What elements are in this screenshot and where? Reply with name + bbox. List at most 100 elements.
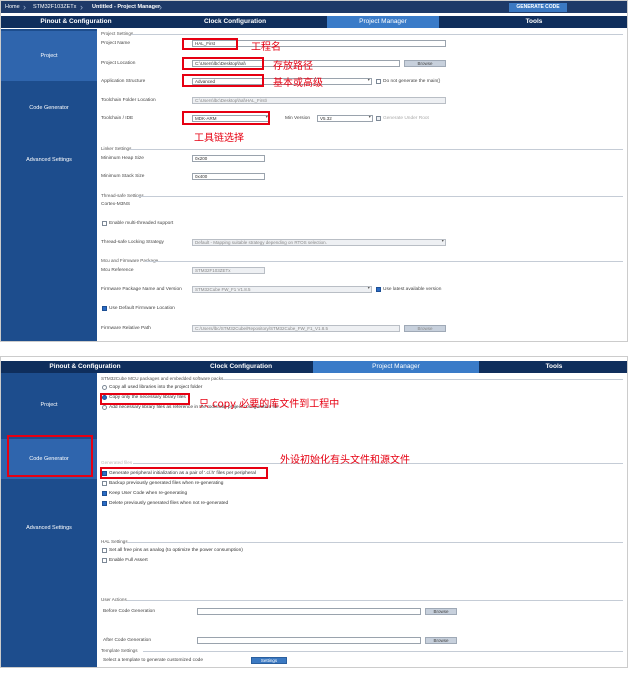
divider: [127, 600, 623, 601]
default-location-checkbox[interactable]: [102, 306, 107, 311]
section-title: Project Settings: [101, 31, 134, 36]
field-label: Firmware Package Name and Version: [101, 287, 182, 292]
sidebar-item-project[interactable]: Project: [1, 375, 97, 435]
browse-button[interactable]: Browse: [425, 637, 457, 644]
option-label: Delete previously generated files when n…: [109, 501, 229, 506]
field-label: Application Structure: [101, 79, 146, 84]
annotation-text: 外设初始化有头文件和源文件: [280, 455, 410, 466]
radio-copy-all[interactable]: [102, 385, 107, 390]
browse-button: Browse: [404, 325, 446, 332]
field-label: Minimum Stack Size: [101, 174, 145, 179]
checkbox-label: Enable multi-threaded support: [109, 221, 174, 226]
field-label: Toolchain Folder Location: [101, 98, 156, 103]
field-label: Toolchain / IDE: [101, 116, 134, 121]
breadcrumb-home[interactable]: Home: [5, 1, 20, 13]
project-settings-panel: Project Settings Project Name HAL_First …: [97, 29, 627, 341]
core-label: Cortex-M3NS: [101, 202, 131, 207]
backup-checkbox[interactable]: [102, 481, 107, 486]
main-tabs: Pinout & Configuration Clock Configurati…: [1, 361, 627, 373]
tab-clock[interactable]: Clock Configuration: [151, 16, 319, 28]
sidebar-item-code-generator[interactable]: Code Generator: [1, 83, 97, 133]
chevron-right-icon: ›: [23, 2, 26, 12]
annotation-text: 工具链选择: [194, 133, 244, 144]
divider: [223, 379, 623, 380]
tab-clock[interactable]: Clock Configuration: [169, 361, 313, 373]
annotation-text: 存放路径: [273, 61, 313, 72]
annotation-text: 基本或高级: [273, 78, 323, 89]
latest-version-checkbox[interactable]: [376, 287, 381, 292]
tab-pinout[interactable]: Pinout & Configuration: [1, 361, 169, 373]
radio-add-reference[interactable]: [102, 405, 107, 410]
stack-size-input[interactable]: 0x400: [192, 173, 265, 180]
keep-user-code-checkbox[interactable]: [102, 491, 107, 496]
section-title: User Actions: [101, 597, 127, 602]
tab-project-manager[interactable]: Project Manager: [327, 16, 439, 28]
breadcrumb-bar: Home › STM32F103ZETx › Untitled - Projec…: [1, 1, 627, 13]
field-label: Before Code Generation: [103, 609, 155, 614]
checkbox-label: Use Default Firmware Location: [109, 306, 175, 311]
divider: [131, 34, 623, 35]
chevron-right-icon: ›: [80, 2, 83, 12]
breadcrumb-project[interactable]: Untitled - Project Manager: [92, 1, 160, 13]
option-label: Copy all used libraries into the project…: [109, 385, 203, 390]
before-generation-input[interactable]: [197, 608, 421, 615]
firmware-package-select: STM32Cube FW_F1 V1.8.5: [192, 286, 372, 293]
browse-button[interactable]: Browse: [425, 608, 457, 615]
locking-strategy-select: Default - Mapping suitable strategy depe…: [192, 239, 446, 246]
main-tabs: Pinout & Configuration Clock Configurati…: [1, 16, 627, 28]
delete-previous-checkbox[interactable]: [102, 501, 107, 506]
checkbox-label: Do not generate the main(): [383, 79, 441, 84]
divider: [129, 149, 623, 150]
sidebar: Project Code Generator Advanced Settings: [1, 29, 97, 341]
after-generation-input[interactable]: [197, 637, 421, 644]
multithread-checkbox[interactable]: [102, 221, 107, 226]
checkbox-label: Generate Under Root: [383, 116, 429, 121]
mcu-reference-input: STM32F103ZETx: [192, 267, 265, 274]
highlight-box: [182, 74, 264, 87]
chevron-right-icon: ›: [159, 2, 162, 12]
breadcrumb-project-label: Untitled - Project Manager: [92, 4, 161, 10]
field-label: Min Version: [285, 116, 311, 121]
tab-tools[interactable]: Tools: [439, 16, 627, 28]
option-label: Enable Full Assert: [109, 558, 148, 563]
field-label: Minimum Heap Size: [101, 156, 144, 161]
highlight-box: [182, 57, 264, 70]
field-label: Firmware Relative Path: [101, 326, 151, 331]
option-label: Backup previously generated files when r…: [109, 481, 224, 486]
tab-project-manager[interactable]: Project Manager: [313, 361, 479, 373]
tab-tools[interactable]: Tools: [479, 361, 627, 373]
divider: [137, 196, 623, 197]
bottom-screenshot: Pinout & Configuration Clock Configurati…: [0, 356, 628, 668]
annotation-text: 只 copy 必要的库文件到工程中: [199, 399, 340, 410]
no-main-checkbox[interactable]: [376, 79, 381, 84]
code-generator-panel: STM32Cube MCU packages and embedded soft…: [97, 373, 627, 667]
divider: [145, 261, 623, 262]
sidebar: Project Code Generator Advanced Settings: [1, 373, 97, 667]
tab-pinout[interactable]: Pinout & Configuration: [1, 16, 151, 28]
field-label: Select a template to generate customized…: [103, 658, 203, 663]
sidebar-item-project[interactable]: Project: [1, 31, 97, 81]
field-label: After Code Generation: [103, 638, 151, 643]
annotation-text: 工程名: [251, 42, 281, 53]
breadcrumb-mcu[interactable]: STM32F103ZETx: [33, 1, 76, 13]
full-assert-checkbox[interactable]: [102, 558, 107, 563]
section-title: Template Settings: [101, 648, 138, 653]
generate-under-root-checkbox: [376, 116, 381, 121]
sidebar-item-advanced-settings[interactable]: Advanced Settings: [1, 135, 97, 185]
highlight-box: [7, 435, 93, 477]
generate-code-button[interactable]: GENERATE CODE: [509, 3, 567, 12]
min-version-select[interactable]: V5.32: [317, 115, 373, 122]
analog-pins-checkbox[interactable]: [102, 548, 107, 553]
template-settings-button[interactable]: Settings: [251, 657, 287, 664]
highlight-box: [100, 467, 268, 479]
heap-size-input[interactable]: 0x200: [192, 155, 265, 162]
toolchain-folder-input: C:\Users\lbc\Desktop\hal\HAL_First\: [192, 97, 446, 104]
divider: [127, 542, 623, 543]
section-title: HAL Settings: [101, 539, 128, 544]
checkbox-label: Use latest available version: [383, 287, 442, 292]
section-title: Linker Settings: [101, 146, 132, 151]
browse-button[interactable]: Browse: [404, 60, 446, 67]
divider: [143, 651, 623, 652]
sidebar-item-advanced-settings[interactable]: Advanced Settings: [1, 483, 97, 573]
section-title: Generated files: [101, 460, 133, 465]
